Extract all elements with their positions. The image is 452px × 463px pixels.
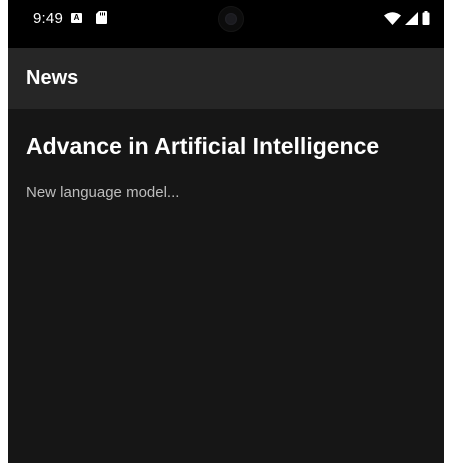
camera-icon [218, 6, 244, 32]
app-bar: News [8, 48, 444, 109]
status-time: 9:49 [33, 10, 63, 27]
status-bar: 9:49 A [8, 0, 444, 48]
wifi-icon [384, 11, 401, 25]
article-title[interactable]: Advance in Artificial Intelligence [26, 133, 379, 160]
sd-card-icon [96, 11, 107, 24]
app-title: News [26, 67, 79, 89]
battery-icon [422, 11, 430, 25]
article-snippet: New language model... [26, 184, 180, 201]
cellular-signal-icon [405, 11, 418, 25]
phone-screen: 9:49 A News Advance in Artificial Intell… [8, 0, 444, 463]
news-feed: Advance in Artificial Intelligence New l… [8, 109, 444, 463]
a-notification-icon: A [71, 13, 82, 23]
